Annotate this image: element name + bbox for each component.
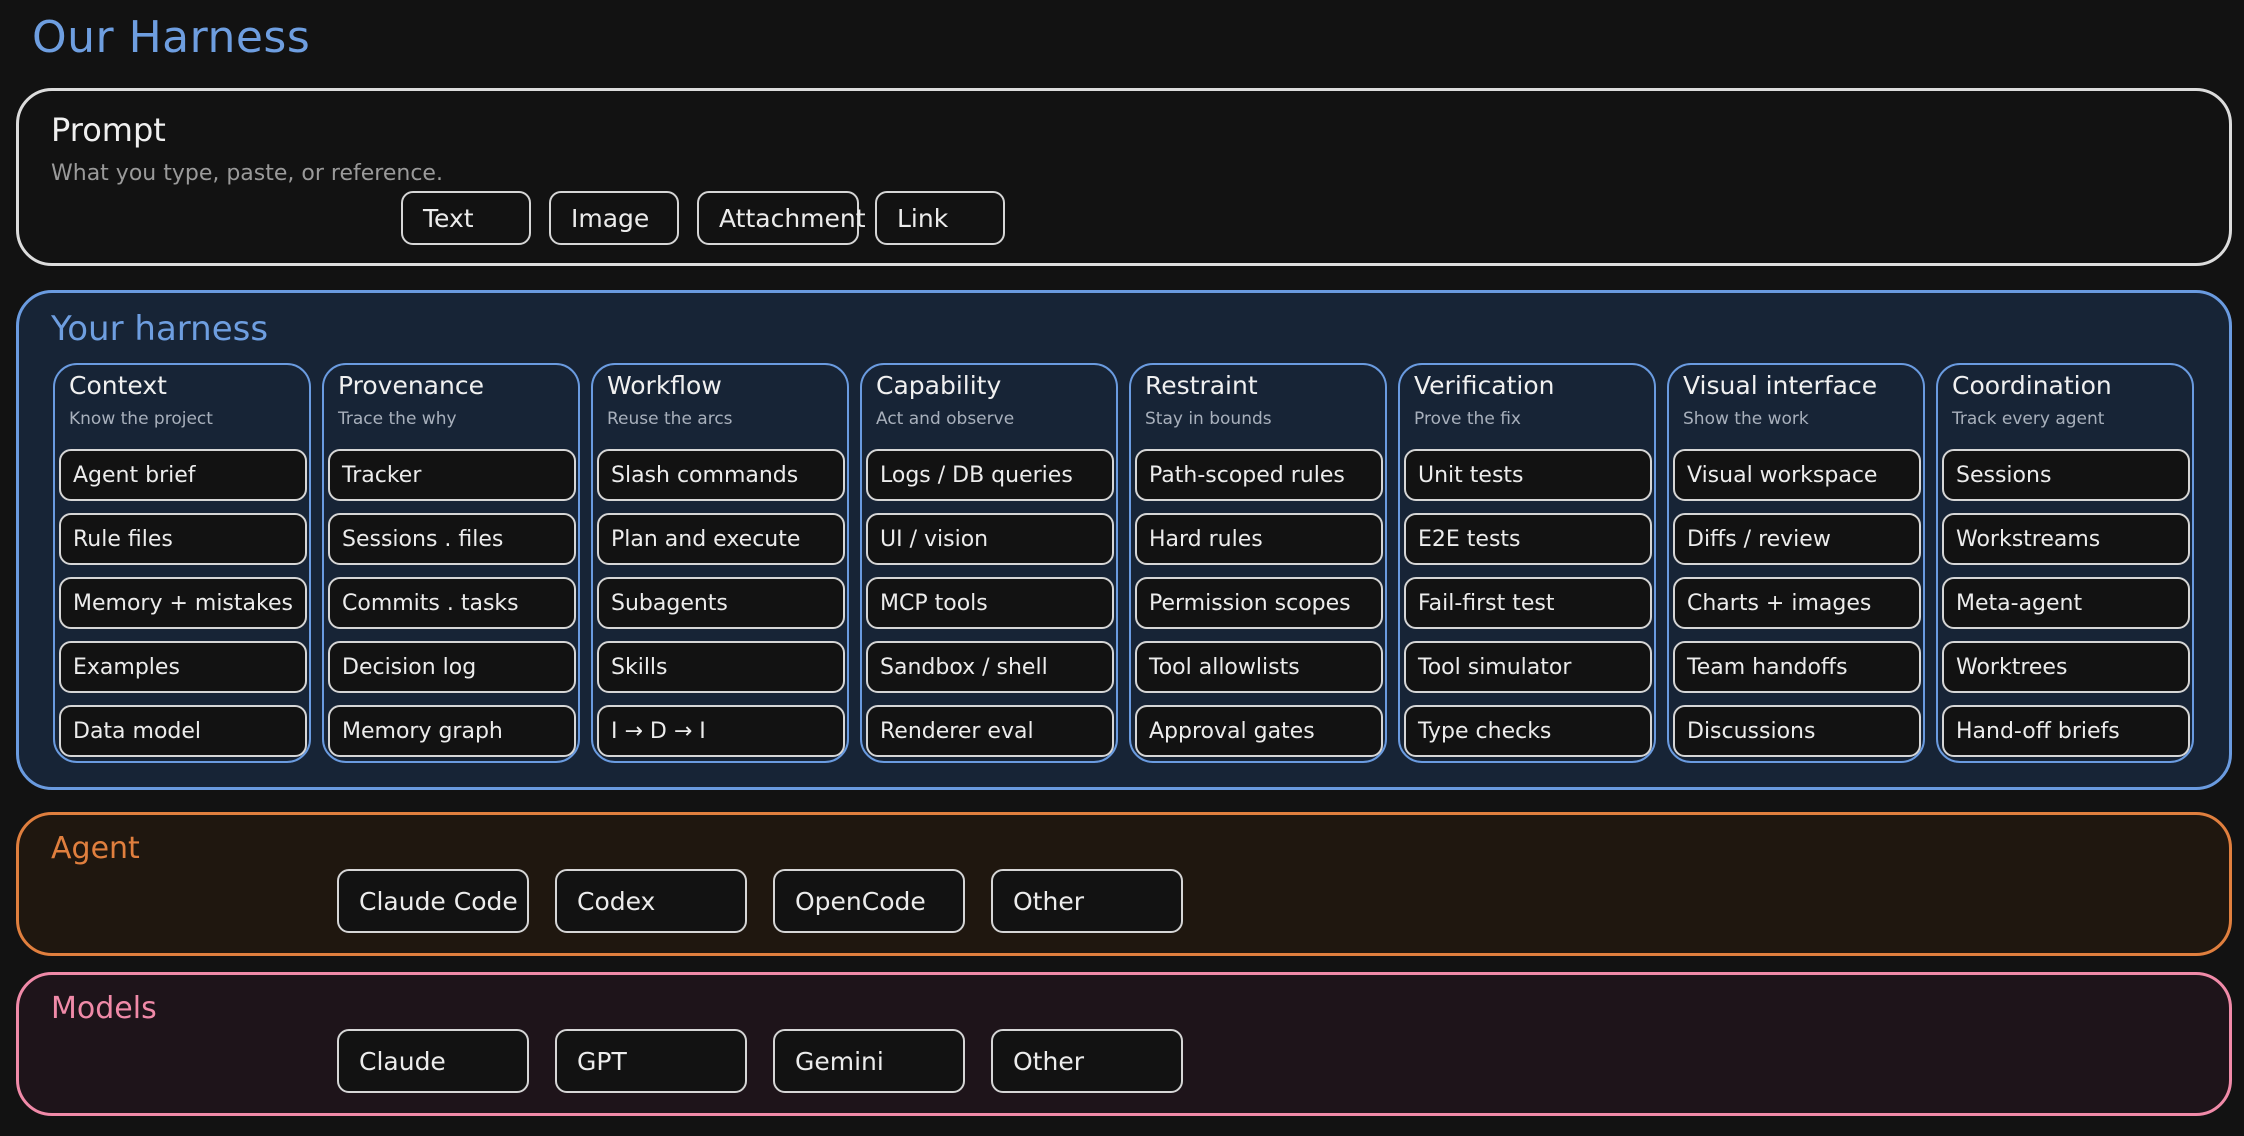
harness-item[interactable]: Tool simulator bbox=[1404, 641, 1652, 693]
prompt-panel: Prompt What you type, paste, or referenc… bbox=[16, 88, 2232, 266]
model-chip-claude[interactable]: Claude bbox=[337, 1029, 529, 1093]
prompt-chip-link[interactable]: Link bbox=[875, 191, 1005, 245]
harness-column: Verification Prove the fix Unit tests E2E t… bbox=[1398, 363, 1656, 763]
harness-item[interactable]: Memory + mistakes bbox=[59, 577, 307, 629]
prompt-chip-attachment[interactable]: Attachment bbox=[697, 191, 866, 245]
harness-item[interactable]: Discussions bbox=[1673, 705, 1921, 757]
prompt-subtitle: What you type, paste, or reference. bbox=[51, 161, 443, 186]
harness-item[interactable]: Type checks bbox=[1404, 705, 1652, 757]
models-title: Models bbox=[51, 991, 157, 1026]
harness-item[interactable]: Rule files bbox=[59, 513, 307, 565]
harness-item[interactable]: Charts + images bbox=[1673, 577, 1921, 629]
harness-item[interactable]: Logs / DB queries bbox=[866, 449, 1114, 501]
harness-item[interactable]: Diffs / review bbox=[1673, 513, 1921, 565]
prompt-chip-image[interactable]: Image bbox=[549, 191, 679, 245]
harness-item[interactable]: Path-scoped rules bbox=[1135, 449, 1383, 501]
models-panel: Models Claude GPT Gemini Other bbox=[16, 972, 2232, 1116]
harness-item[interactable]: Plan and execute bbox=[597, 513, 845, 565]
column-subtitle: Prove the fix bbox=[1414, 409, 1521, 429]
harness-item[interactable]: I → D → I bbox=[597, 705, 845, 757]
harness-item[interactable]: Visual workspace bbox=[1673, 449, 1921, 501]
column-title: Restraint bbox=[1145, 371, 1258, 400]
harness-item[interactable]: Examples bbox=[59, 641, 307, 693]
column-subtitle: Trace the why bbox=[338, 409, 457, 429]
harness-column: Provenance Trace the why Tracker Sessions .… bbox=[322, 363, 580, 763]
harness-item[interactable]: Sessions . files bbox=[328, 513, 576, 565]
model-chip-gpt[interactable]: GPT bbox=[555, 1029, 747, 1093]
harness-item[interactable]: Team handoffs bbox=[1673, 641, 1921, 693]
column-title: Verification bbox=[1414, 371, 1555, 400]
harness-item[interactable]: Renderer eval bbox=[866, 705, 1114, 757]
harness-item[interactable]: Sessions bbox=[1942, 449, 2190, 501]
harness-item[interactable]: Unit tests bbox=[1404, 449, 1652, 501]
harness-item[interactable]: Workstreams bbox=[1942, 513, 2190, 565]
agent-title: Agent bbox=[51, 831, 140, 866]
harness-item[interactable]: Hard rules bbox=[1135, 513, 1383, 565]
harness-item[interactable]: Tracker bbox=[328, 449, 576, 501]
column-subtitle: Reuse the arcs bbox=[607, 409, 733, 429]
harness-item[interactable]: Decision log bbox=[328, 641, 576, 693]
harness-panel: Your harness Context Know the project Agen… bbox=[16, 290, 2232, 790]
harness-title: Your harness bbox=[51, 309, 269, 349]
column-title: Coordination bbox=[1952, 371, 2112, 400]
column-title: Capability bbox=[876, 371, 1002, 400]
harness-column: Context Know the project Agent brief Rule f… bbox=[53, 363, 311, 763]
model-chip-other[interactable]: Other bbox=[991, 1029, 1183, 1093]
prompt-title: Prompt bbox=[51, 111, 166, 149]
harness-item[interactable]: Approval gates bbox=[1135, 705, 1383, 757]
agent-chip-other[interactable]: Other bbox=[991, 869, 1183, 933]
harness-item[interactable]: Sandbox / shell bbox=[866, 641, 1114, 693]
harness-column: Restraint Stay in bounds Path-scoped rules… bbox=[1129, 363, 1387, 763]
harness-item[interactable]: Slash commands bbox=[597, 449, 845, 501]
agent-chip-claude-code[interactable]: Claude Code bbox=[337, 869, 529, 933]
column-subtitle: Track every agent bbox=[1952, 409, 2105, 429]
harness-column: Coordination Track every agent Sessions Wor… bbox=[1936, 363, 2194, 763]
harness-item[interactable]: Hand-off briefs bbox=[1942, 705, 2190, 757]
harness-item[interactable]: Commits . tasks bbox=[328, 577, 576, 629]
harness-item[interactable]: MCP tools bbox=[866, 577, 1114, 629]
column-subtitle: Act and observe bbox=[876, 409, 1015, 429]
harness-column: Workflow Reuse the arcs Slash commands Plan… bbox=[591, 363, 849, 763]
harness-item[interactable]: E2E tests bbox=[1404, 513, 1652, 565]
column-subtitle: Stay in bounds bbox=[1145, 409, 1272, 429]
column-title: Visual interface bbox=[1683, 371, 1878, 400]
column-title: Provenance bbox=[338, 371, 484, 400]
harness-item[interactable]: UI / vision bbox=[866, 513, 1114, 565]
harness-item[interactable]: Tool allowlists bbox=[1135, 641, 1383, 693]
harness-item[interactable]: Meta-agent bbox=[1942, 577, 2190, 629]
harness-item[interactable]: Data model bbox=[59, 705, 307, 757]
page-title: Our Harness bbox=[32, 12, 311, 63]
harness-item[interactable]: Skills bbox=[597, 641, 845, 693]
harness-item[interactable]: Agent brief bbox=[59, 449, 307, 501]
column-subtitle: Show the work bbox=[1683, 409, 1809, 429]
column-title: Context bbox=[69, 371, 167, 400]
harness-item[interactable]: Worktrees bbox=[1942, 641, 2190, 693]
harness-column: Visual interface Show the work Visual work… bbox=[1667, 363, 1925, 763]
harness-item[interactable]: Memory graph bbox=[328, 705, 576, 757]
agent-panel: Agent Claude Code Codex OpenCode Other bbox=[16, 812, 2232, 956]
column-title: Workflow bbox=[607, 371, 722, 400]
column-subtitle: Know the project bbox=[69, 409, 213, 429]
harness-item[interactable]: Subagents bbox=[597, 577, 845, 629]
harness-column: Capability Act and observe Logs / DB queri… bbox=[860, 363, 1118, 763]
agent-chip-opencode[interactable]: OpenCode bbox=[773, 869, 965, 933]
prompt-chip-text[interactable]: Text bbox=[401, 191, 531, 245]
harness-item[interactable]: Fail-first test bbox=[1404, 577, 1652, 629]
harness-item[interactable]: Permission scopes bbox=[1135, 577, 1383, 629]
model-chip-gemini[interactable]: Gemini bbox=[773, 1029, 965, 1093]
agent-chip-codex[interactable]: Codex bbox=[555, 869, 747, 933]
